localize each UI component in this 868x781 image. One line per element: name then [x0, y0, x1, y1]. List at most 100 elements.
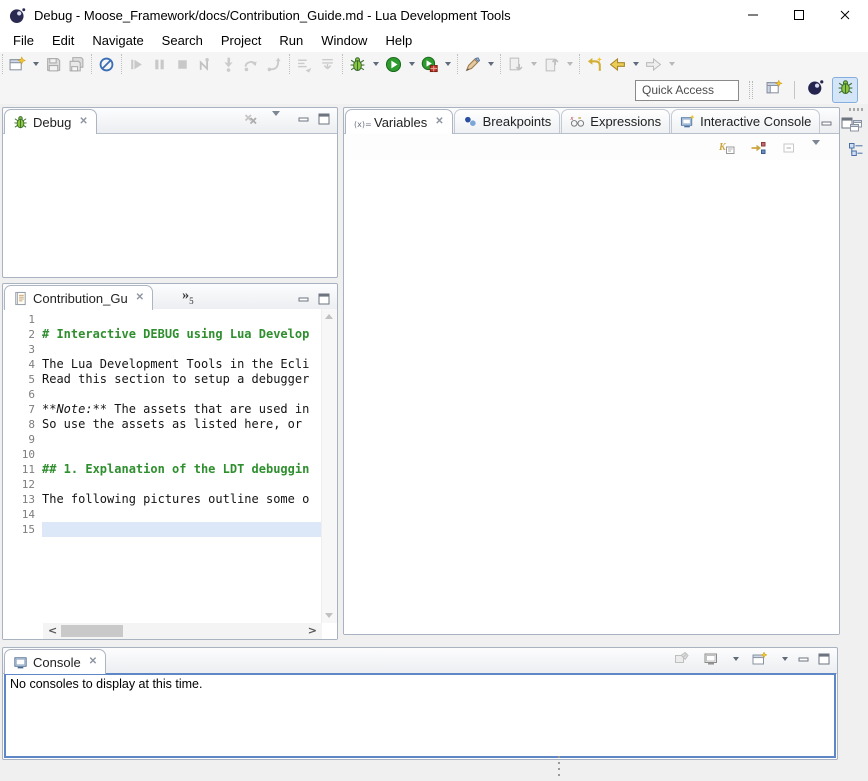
collapse-all-icon — [781, 140, 797, 156]
variables-tabbar: (x)=Variables✕Breakpointsx=ExpressionsIn… — [344, 108, 839, 134]
dropdown-arrow-icon[interactable] — [373, 62, 379, 66]
menu-window[interactable]: Window — [312, 30, 376, 52]
coverage-button[interactable] — [419, 54, 440, 75]
terminate-button — [172, 54, 193, 75]
editor-content[interactable]: 12# Interactive DEBUG using Lua Develop3… — [3, 309, 337, 639]
scroll-down-icon[interactable] — [325, 613, 333, 618]
dropdown-arrow-icon[interactable] — [669, 62, 675, 66]
tab-contribution-guide[interactable]: Contribution_Gu ✕ — [4, 285, 153, 310]
run-button[interactable] — [383, 54, 404, 75]
tab-debug[interactable]: Debug ✕ — [4, 109, 97, 134]
menu-project[interactable]: Project — [212, 30, 270, 52]
editor-horizontal-scrollbar[interactable]: < > — [43, 623, 322, 639]
minimize-view-button[interactable] — [298, 293, 311, 305]
open-perspective-button[interactable] — [761, 77, 787, 103]
editor-line-3[interactable]: 3 — [3, 342, 322, 357]
view-menu-button[interactable] — [270, 109, 290, 129]
lua-perspective-button[interactable] — [802, 77, 828, 103]
window-close-button[interactable] — [822, 0, 868, 30]
variables-content[interactable] — [344, 160, 839, 634]
editor-area: Contribution_Gu ✕ » 5 12# Interactive DE… — [2, 283, 338, 640]
line-number: 7 — [3, 403, 42, 416]
new-wizard-button[interactable] — [7, 54, 28, 75]
editor-line-5[interactable]: 5Read this section to setup a debugger — [3, 372, 322, 387]
toolbar-grip[interactable] — [749, 81, 753, 99]
dropdown-arrow-icon[interactable] — [33, 62, 39, 66]
close-icon[interactable]: ✕ — [79, 117, 87, 127]
menu-run[interactable]: Run — [270, 30, 312, 52]
menu-edit[interactable]: Edit — [43, 30, 83, 52]
quick-access-input[interactable]: Quick Access — [635, 80, 739, 101]
editor-overflow-button[interactable]: » 5 — [182, 290, 194, 306]
editor-line-11[interactable]: 11## 1. Explanation of the LDT debuggin — [3, 462, 322, 477]
close-icon[interactable]: ✕ — [136, 293, 144, 303]
scroll-left-icon[interactable]: < — [48, 624, 57, 637]
editor-overflow-count: 5 — [189, 296, 194, 306]
editor-line-7[interactable]: 7**Note:** The assets that are used in — [3, 402, 322, 417]
editor-line-4[interactable]: 4The Lua Development Tools in the Ecli — [3, 357, 322, 372]
editor-line-12[interactable]: 12 — [3, 477, 322, 492]
editor-line-2[interactable]: 2# Interactive DEBUG using Lua Develop — [3, 327, 322, 342]
line-number: 12 — [3, 478, 42, 491]
tab-console[interactable]: Console ✕ — [4, 649, 106, 674]
dropdown-arrow-icon[interactable] — [633, 62, 639, 66]
console-content[interactable]: No consoles to display at this time. — [4, 673, 836, 758]
open-console-button[interactable] — [750, 649, 770, 669]
drag-handle-icon[interactable] — [849, 108, 863, 111]
sash-drag-handle[interactable] — [558, 756, 560, 777]
dropdown-arrow-icon[interactable] — [488, 62, 494, 66]
editor-line-1[interactable]: 1 — [3, 312, 322, 327]
menu-navigate[interactable]: Navigate — [83, 30, 152, 52]
dropdown-arrow-icon[interactable] — [409, 62, 415, 66]
editor-line-8[interactable]: 8So use the assets as listed here, or — [3, 417, 322, 432]
dropdown-arrow-icon[interactable] — [733, 657, 739, 661]
debug-button[interactable] — [347, 54, 368, 75]
maximize-view-button[interactable] — [818, 653, 831, 665]
tab-variables[interactable]: (x)=Variables✕ — [345, 109, 453, 134]
step-return-icon — [266, 56, 283, 73]
view-menu-button[interactable] — [810, 138, 830, 158]
minimize-view-button[interactable] — [798, 653, 811, 665]
restore-view-button[interactable] — [848, 118, 864, 134]
tab-breakpoints[interactable]: Breakpoints — [454, 109, 561, 133]
editor-line-14[interactable]: 14 — [3, 507, 322, 522]
outline-view-button[interactable] — [848, 142, 864, 158]
editor-line-10[interactable]: 10 — [3, 447, 322, 462]
back-button[interactable] — [607, 54, 628, 75]
maximize-view-button[interactable] — [318, 293, 331, 305]
show-logical-structures-button[interactable] — [748, 138, 768, 158]
scrollbar-thumb[interactable] — [61, 625, 123, 637]
scroll-right-icon[interactable]: > — [308, 624, 317, 637]
debug-perspective-button[interactable] — [832, 77, 858, 103]
dropdown-arrow-icon[interactable] — [567, 62, 573, 66]
tab-expressions[interactable]: x=Expressions — [561, 109, 670, 133]
menu-help[interactable]: Help — [376, 30, 421, 52]
editor-vertical-scrollbar[interactable] — [321, 309, 337, 623]
window-maximize-button[interactable] — [776, 0, 822, 30]
dropdown-arrow-icon[interactable] — [782, 657, 788, 661]
external-tools-button[interactable] — [462, 54, 483, 75]
editor-line-6[interactable]: 6 — [3, 387, 322, 402]
minimize-view-button[interactable] — [821, 117, 834, 129]
scroll-up-icon[interactable] — [325, 314, 333, 319]
line-text: Read this section to setup a debugger — [42, 372, 322, 387]
show-type-names-button[interactable]: K — [717, 138, 737, 158]
tab-interactive-console[interactable]: Interactive Console — [671, 109, 820, 133]
display-console-button[interactable] — [701, 649, 721, 669]
last-edit-location-button[interactable] — [584, 54, 605, 75]
editor-line-15[interactable]: 15 — [3, 522, 322, 537]
minimize-view-button[interactable] — [298, 113, 311, 125]
editor-line-9[interactable]: 9 — [3, 432, 322, 447]
skip-all-breakpoints-button[interactable] — [96, 54, 117, 75]
window-minimize-button[interactable] — [730, 0, 776, 30]
editor-text-area[interactable]: 12# Interactive DEBUG using Lua Develop3… — [3, 309, 322, 623]
dropdown-arrow-icon[interactable] — [531, 62, 537, 66]
skip-all-breakpoints-icon — [98, 56, 115, 73]
close-icon[interactable]: ✕ — [89, 657, 97, 667]
menu-search[interactable]: Search — [153, 30, 212, 52]
editor-line-13[interactable]: 13The following pictures outline some o — [3, 492, 322, 507]
maximize-view-button[interactable] — [318, 113, 331, 125]
close-icon[interactable]: ✕ — [435, 117, 443, 127]
menu-file[interactable]: File — [4, 30, 43, 52]
dropdown-arrow-icon[interactable] — [445, 62, 451, 66]
